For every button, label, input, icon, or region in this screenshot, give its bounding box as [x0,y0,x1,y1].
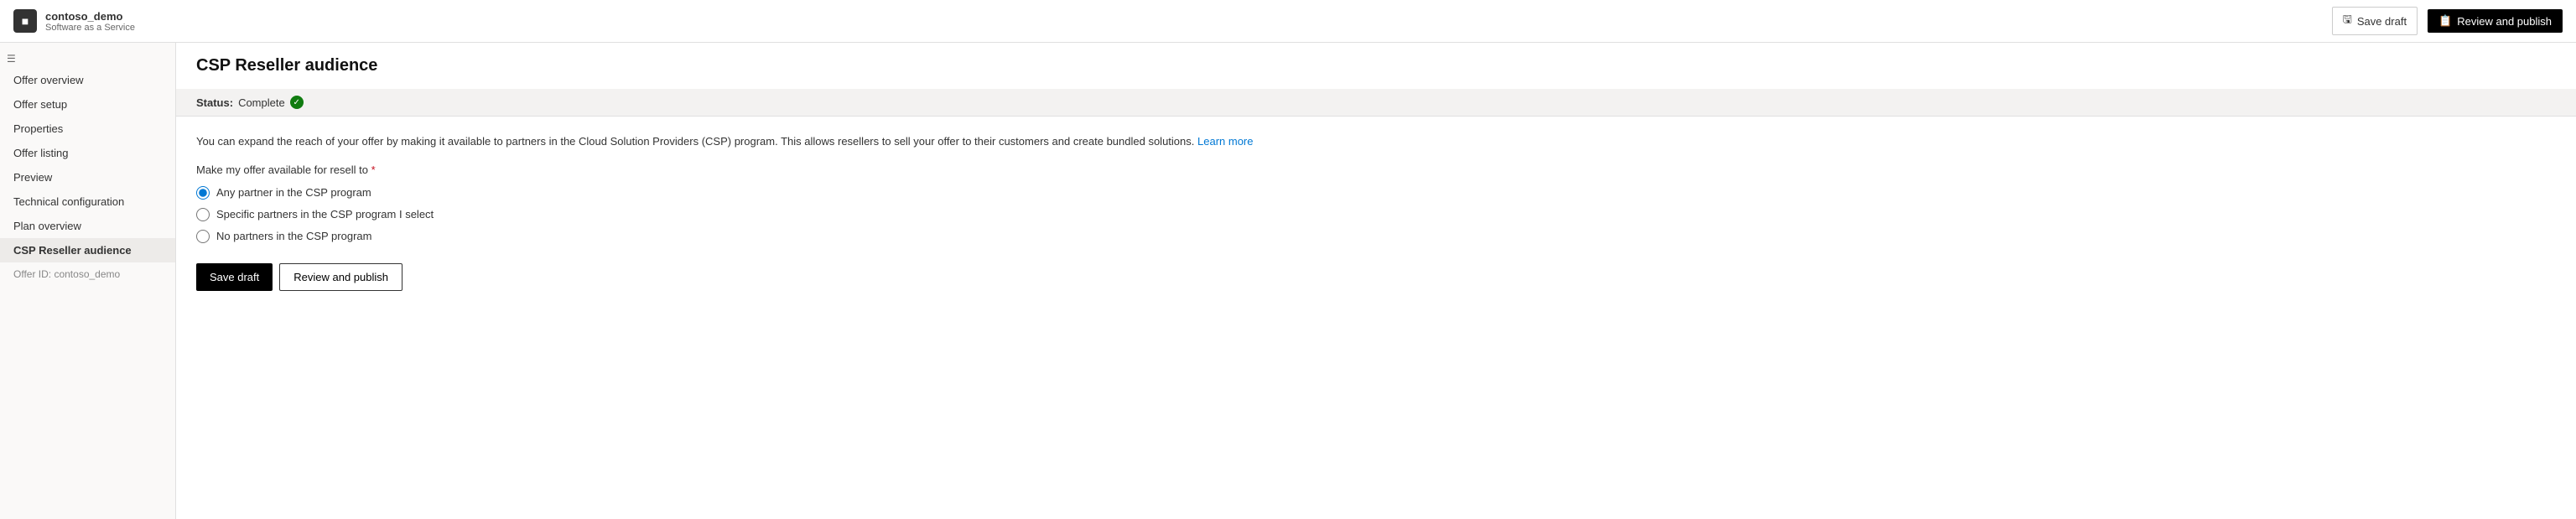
sidebar-item-properties[interactable]: Properties [0,117,175,141]
app-name: contoso_demo [45,10,135,23]
sidebar-item-offer-overview[interactable]: Offer overview [0,68,175,92]
sidebar-item-preview[interactable]: Preview [0,165,175,189]
main-layout: ☰ Offer overview Offer setup Properties … [0,43,2576,519]
sidebar-toggle-icon: ☰ [7,53,16,65]
radio-any-label: Any partner in the CSP program [216,186,371,199]
sidebar: ☰ Offer overview Offer setup Properties … [0,43,176,519]
review-publish-button[interactable]: Review and publish [279,263,402,291]
sidebar-offer-id: Offer ID: contoso_demo [0,262,175,286]
app-icon: ■ [13,9,37,33]
resell-radio-group: Any partner in the CSP program Specific … [196,186,2556,243]
topbar-review-publish-label: Review and publish [2457,15,2552,28]
required-marker: * [371,163,376,176]
topbar-review-publish-button[interactable]: 📋 Review and publish [2428,9,2563,33]
sidebar-item-plan-overview[interactable]: Plan overview [0,214,175,238]
radio-option-specific[interactable]: Specific partners in the CSP program I s… [196,208,2556,221]
page-title: CSP Reseller audience [196,56,2556,75]
save-icon: 🖫 [2343,12,2352,30]
sidebar-toggle[interactable]: ☰ [0,49,175,68]
topbar-save-draft-button[interactable]: 🖫 Save draft [2332,7,2418,35]
status-complete-icon: ✓ [290,96,304,109]
sidebar-item-csp-reseller-audience[interactable]: CSP Reseller audience [0,238,175,262]
status-bar: Status: Complete ✓ [176,89,2576,117]
sidebar-item-offer-setup[interactable]: Offer setup [0,92,175,117]
description-text: You can expand the reach of your offer b… [196,133,2556,150]
save-draft-button[interactable]: Save draft [196,263,273,291]
app-subtitle: Software as a Service [45,23,135,33]
sidebar-item-offer-listing[interactable]: Offer listing [0,141,175,165]
radio-specific-input[interactable] [196,208,210,221]
radio-option-none[interactable]: No partners in the CSP program [196,230,2556,243]
topbar-save-draft-label: Save draft [2357,15,2407,28]
radio-none-label: No partners in the CSP program [216,230,371,242]
learn-more-link[interactable]: Learn more [1197,135,1253,148]
radio-option-any[interactable]: Any partner in the CSP program [196,186,2556,200]
radio-specific-label: Specific partners in the CSP program I s… [216,208,434,221]
radio-none-input[interactable] [196,230,210,243]
app-branding: ■ contoso_demo Software as a Service [13,9,135,33]
app-title: contoso_demo Software as a Service [45,10,135,33]
status-label: Status: [196,96,233,109]
publish-icon: 📋 [2438,14,2452,28]
sidebar-item-technical-configuration[interactable]: Technical configuration [0,189,175,214]
content-area: CSP Reseller audience Status: Complete ✓… [176,43,2576,519]
status-value: Complete [238,96,285,109]
top-bar: ■ contoso_demo Software as a Service 🖫 S… [0,0,2576,43]
radio-any-input[interactable] [196,186,210,200]
button-row: Save draft Review and publish [196,263,2556,291]
content-body: You can expand the reach of your offer b… [176,117,2576,308]
resell-label: Make my offer available for resell to * [196,163,2556,176]
page-header: CSP Reseller audience [176,43,2576,89]
top-bar-actions: 🖫 Save draft 📋 Review and publish [2332,7,2563,35]
